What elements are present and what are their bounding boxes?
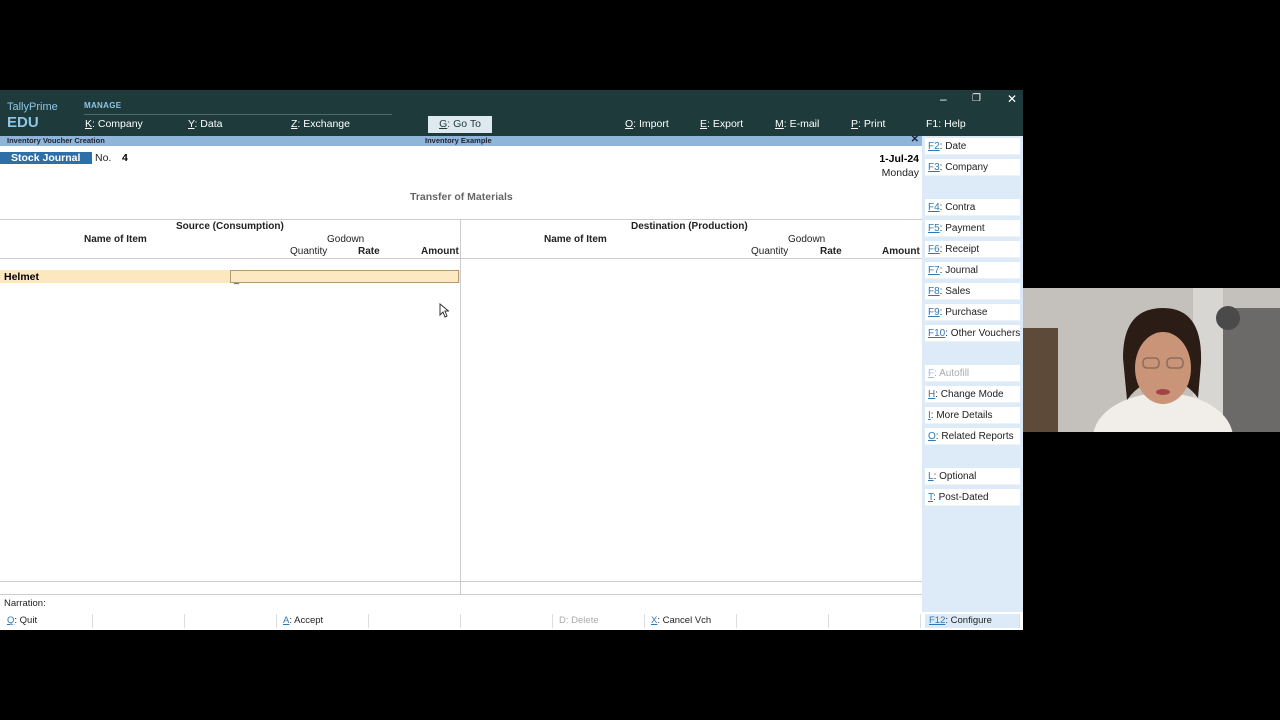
voucher-no-label: No. bbox=[95, 152, 112, 164]
menu-key: P bbox=[851, 118, 859, 130]
sidebar-sales-button[interactable]: F8: Sales bbox=[925, 283, 1020, 300]
sidebar-company-button[interactable]: F3: Company bbox=[925, 159, 1020, 176]
divider bbox=[0, 581, 922, 582]
destination-godown-header: Godown bbox=[788, 234, 826, 245]
top-menu-bar: TallyPrime EDU MANAGE K: Company Y: Data… bbox=[0, 90, 1023, 136]
sidebar-other-vouchers-button[interactable]: F10: Other Vouchers bbox=[925, 325, 1020, 342]
menu-import[interactable]: O: Import bbox=[625, 118, 669, 130]
empty-button bbox=[739, 614, 829, 628]
voucher-subtitle: Transfer of Materials bbox=[410, 191, 513, 203]
sidebar-contra-button[interactable]: F4: Contra bbox=[925, 199, 1020, 216]
menu-key: Y bbox=[188, 118, 195, 130]
manage-section-label: MANAGE bbox=[84, 101, 122, 110]
menu-label: Export bbox=[712, 118, 744, 130]
destination-rate-header: Rate bbox=[820, 246, 842, 257]
destination-name-header: Name of Item bbox=[544, 234, 607, 245]
webcam-overlay bbox=[1023, 288, 1280, 432]
close-icon[interactable]: ✕ bbox=[1007, 92, 1017, 106]
menu-exchange[interactable]: Z: Exchange bbox=[291, 118, 350, 130]
menu-label: Data bbox=[200, 118, 223, 130]
menu-key: F1 bbox=[926, 118, 939, 130]
company-name: Inventory Example bbox=[425, 136, 492, 145]
divider bbox=[460, 219, 461, 594]
menu-data[interactable]: Y: Data bbox=[188, 118, 222, 130]
goto-button[interactable]: G: Go To bbox=[428, 116, 492, 133]
screen-title: Inventory Voucher Creation bbox=[7, 136, 105, 145]
source-item-name[interactable]: Helmet bbox=[4, 271, 39, 283]
sidebar-change-mode-button[interactable]: H: Change Mode bbox=[925, 386, 1020, 403]
menu-label: Help bbox=[944, 118, 966, 130]
presenter-video-image bbox=[1023, 288, 1280, 432]
sidebar-journal-button[interactable]: F7: Journal bbox=[925, 262, 1020, 279]
divider bbox=[0, 258, 922, 259]
edition-label: EDU bbox=[7, 114, 39, 131]
menu-print[interactable]: P: Print bbox=[851, 118, 885, 130]
screen-title-bar: Inventory Voucher Creation Inventory Exa… bbox=[0, 134, 922, 146]
source-rate-header: Rate bbox=[358, 246, 380, 257]
accept-button[interactable]: A: Accept bbox=[279, 614, 369, 628]
source-qty-header: Quantity bbox=[290, 246, 328, 257]
voucher-number: 4 bbox=[122, 152, 128, 164]
narration-label: Narration: bbox=[4, 598, 46, 609]
menu-label: Print bbox=[863, 118, 886, 130]
mouse-pointer-icon bbox=[439, 303, 449, 318]
button-sidebar: F2: Date F3: Company F4: Contra F5: Paym… bbox=[922, 136, 1023, 612]
text-cursor: _ bbox=[234, 274, 240, 284]
menu-company[interactable]: K: Company bbox=[85, 118, 143, 130]
divider bbox=[84, 114, 392, 115]
source-name-header: Name of Item bbox=[84, 234, 147, 245]
brand-name: TallyPrime bbox=[7, 101, 58, 113]
divider bbox=[0, 219, 922, 220]
divider bbox=[0, 594, 922, 595]
destination-heading: Destination (Production) bbox=[631, 221, 748, 232]
menu-label: E-mail bbox=[789, 118, 820, 130]
godown-input[interactable]: _ bbox=[230, 270, 459, 284]
source-godown-header: Godown bbox=[327, 234, 365, 245]
destination-qty-header: Quantity bbox=[751, 246, 789, 257]
menu-help[interactable]: F1: Help bbox=[926, 118, 966, 130]
sidebar-autofill-button: F: Autofill bbox=[925, 365, 1020, 382]
menu-key: Z bbox=[291, 118, 298, 130]
sidebar-purchase-button[interactable]: F9: Purchase bbox=[925, 304, 1020, 321]
sidebar-more-details-button[interactable]: I: More Details bbox=[925, 407, 1020, 424]
menu-key: G bbox=[439, 118, 448, 130]
configure-button[interactable]: F12: Configure bbox=[925, 614, 1020, 628]
menu-key: K bbox=[85, 118, 93, 130]
sidebar-receipt-button[interactable]: F6: Receipt bbox=[925, 241, 1020, 258]
minimize-icon[interactable]: – bbox=[940, 92, 947, 106]
tally-window: TallyPrime EDU MANAGE K: Company Y: Data… bbox=[0, 90, 1023, 630]
sidebar-payment-button[interactable]: F5: Payment bbox=[925, 220, 1020, 237]
empty-button bbox=[463, 614, 553, 628]
menu-label: Import bbox=[639, 118, 669, 130]
bottom-button-bar: Q: Quit A: Accept D: Delete X: Cancel Vc… bbox=[0, 612, 1023, 630]
menu-export[interactable]: E: Export bbox=[700, 118, 743, 130]
voucher-date[interactable]: 1-Jul-24 bbox=[879, 153, 919, 165]
source-amount-header: Amount bbox=[421, 246, 459, 257]
empty-button bbox=[187, 614, 277, 628]
empty-button bbox=[831, 614, 921, 628]
restore-icon[interactable]: ❐ bbox=[972, 93, 981, 104]
menu-email[interactable]: M: E-mail bbox=[775, 118, 819, 130]
voucher-type[interactable]: Stock Journal bbox=[0, 152, 92, 164]
sidebar-post-dated-button[interactable]: T: Post-Dated bbox=[925, 489, 1020, 506]
menu-key: O bbox=[625, 118, 634, 130]
voucher-day: Monday bbox=[881, 167, 919, 179]
close-screen-icon[interactable]: ✕ bbox=[911, 134, 919, 145]
cancel-voucher-button[interactable]: X: Cancel Vch bbox=[647, 614, 737, 628]
empty-button bbox=[371, 614, 461, 628]
menu-key: M bbox=[775, 118, 784, 130]
quit-button[interactable]: Q: Quit bbox=[3, 614, 93, 628]
menu-key: E bbox=[700, 118, 708, 130]
sidebar-optional-button[interactable]: L: Optional bbox=[925, 468, 1020, 485]
menu-label: Company bbox=[97, 118, 143, 130]
delete-button: D: Delete bbox=[555, 614, 645, 628]
sidebar-related-reports-button[interactable]: O: Related Reports bbox=[925, 428, 1020, 445]
empty-button bbox=[95, 614, 185, 628]
source-heading: Source (Consumption) bbox=[176, 221, 284, 232]
menu-label: Exchange bbox=[303, 118, 350, 130]
sidebar-date-button[interactable]: F2: Date bbox=[925, 138, 1020, 155]
destination-amount-header: Amount bbox=[882, 246, 920, 257]
menu-label: Go To bbox=[453, 118, 481, 130]
